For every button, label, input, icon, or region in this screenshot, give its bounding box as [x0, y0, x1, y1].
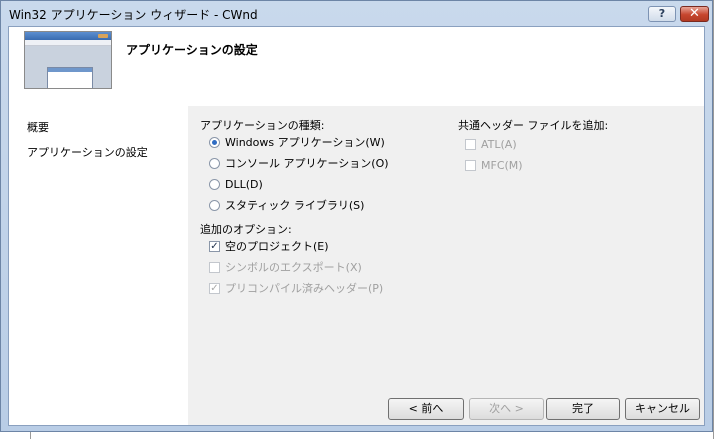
dialog-client-area: アプリケーションの設定 概要 アプリケーションの設定 アプリケーションの種類: …	[8, 26, 705, 426]
checkbox-precompiled-header: ✓ プリコンパイル済みヘッダー(P)	[209, 280, 383, 296]
checkbox-label: 空のプロジェクト(E)	[225, 240, 329, 253]
wizard-sidebar: 概要 アプリケーションの設定	[9, 106, 188, 425]
window-title: Win32 アプリケーション ウィザード - CWnd	[9, 8, 258, 22]
checkbox-label: プリコンパイル済みヘッダー(P)	[225, 282, 384, 295]
header-banner: アプリケーションの設定	[9, 27, 704, 107]
radio-windows-application[interactable]: Windows アプリケーション(W)	[209, 134, 385, 150]
help-button[interactable]: ?	[648, 6, 676, 22]
close-icon: ✕	[689, 6, 700, 21]
radio-label: DLL(D)	[225, 177, 263, 191]
app-type-heading: アプリケーションの種類:	[200, 119, 325, 132]
sidebar-item-overview[interactable]: 概要	[27, 119, 49, 135]
checkbox-mfc: MFC(M)	[465, 157, 523, 173]
radio-dll[interactable]: DLL(D)	[209, 176, 263, 192]
back-button[interactable]: < 前へ	[388, 398, 464, 420]
cancel-button[interactable]: キャンセル	[625, 398, 700, 420]
radio-console-application[interactable]: コンソール アプリケーション(O)	[209, 155, 389, 171]
background-window-edge	[713, 0, 714, 439]
checkbox-export-symbols: シンボルのエクスポート(X)	[209, 259, 362, 275]
radio-label: コンソール アプリケーション(O)	[225, 157, 389, 170]
checkbox-atl: ATL(A)	[465, 136, 517, 152]
checkbox-label: シンボルのエクスポート(X)	[225, 261, 362, 274]
finish-button[interactable]: 完了	[546, 398, 620, 420]
application-window-thumbnail-icon	[24, 31, 112, 89]
background-window-edge-bottom	[30, 432, 31, 439]
additional-options-heading: 追加のオプション:	[200, 223, 292, 236]
common-headers-heading: 共通ヘッダー ファイルを追加:	[458, 119, 609, 132]
settings-panel: アプリケーションの種類: Windows アプリケーション(W) コンソール ア…	[188, 106, 704, 425]
radio-unselected-icon[interactable]	[209, 199, 220, 211]
radio-unselected-icon[interactable]	[209, 157, 220, 169]
radio-selected-icon[interactable]	[209, 136, 220, 148]
checkbox-empty-project[interactable]: ✓ 空のプロジェクト(E)	[209, 238, 329, 254]
checkbox-label: ATL(A)	[481, 137, 517, 151]
sidebar-item-application-settings[interactable]: アプリケーションの設定	[27, 144, 148, 160]
checkbox-checked-icon: ✓	[209, 282, 220, 294]
page-title: アプリケーションの設定	[126, 43, 258, 57]
radio-label: スタティック ライブラリ(S)	[225, 199, 365, 212]
checkbox-label: MFC(M)	[481, 158, 523, 172]
next-button: 次へ >	[469, 398, 544, 420]
help-icon: ?	[658, 7, 666, 20]
radio-static-library[interactable]: スタティック ライブラリ(S)	[209, 197, 364, 213]
checkbox-unchecked-icon	[465, 138, 476, 150]
radio-label: Windows アプリケーション(W)	[225, 136, 385, 149]
radio-unselected-icon[interactable]	[209, 178, 220, 190]
checkbox-unchecked-icon	[209, 261, 220, 273]
title-bar[interactable]: Win32 アプリケーション ウィザード - CWnd ? ✕	[1, 1, 712, 26]
wizard-window: Win32 アプリケーション ウィザード - CWnd ? ✕ アプリケーション…	[0, 0, 713, 432]
close-button[interactable]: ✕	[680, 6, 709, 22]
checkbox-unchecked-icon	[465, 159, 476, 171]
checkbox-checked-icon[interactable]: ✓	[209, 240, 220, 252]
